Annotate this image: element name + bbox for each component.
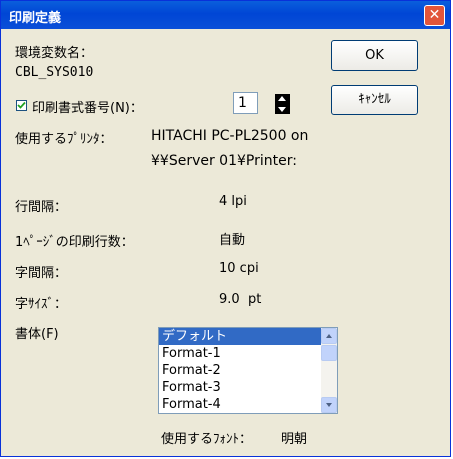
char-size-value: 9.0 pt: [219, 292, 262, 307]
list-item[interactable]: デフォルト: [159, 328, 337, 345]
scroll-down-icon[interactable]: [321, 397, 337, 413]
env-variable-label: 環境変数名：: [15, 46, 94, 61]
list-item[interactable]: Format-1: [159, 345, 337, 362]
list-item[interactable]: Format-2: [159, 362, 337, 379]
print-format-checkbox[interactable]: [16, 100, 27, 111]
print-format-spinner[interactable]: [275, 94, 290, 114]
checkmark-icon: [17, 101, 26, 109]
char-spacing-label: 字間隔：: [15, 266, 68, 281]
font-used-value: 明朝: [281, 432, 308, 447]
scroll-thumb[interactable]: [321, 345, 337, 361]
lines-per-page-value: 自動: [219, 233, 246, 248]
list-item[interactable]: Format-3: [159, 379, 337, 396]
env-variable-value: CBL_SYS010: [15, 65, 94, 80]
typeface-label: 書体(F): [15, 327, 59, 342]
char-spacing-value: 10 cpi: [219, 261, 259, 276]
window-title: 印刷定義: [9, 11, 62, 26]
line-spacing-value: 4 lpi: [219, 194, 247, 209]
printer-label: 使用するﾌﾟﾘﾝﾀ：: [15, 132, 113, 147]
printer-path: ¥¥Server 01¥Printer:: [151, 153, 297, 169]
print-format-number-input[interactable]: 1: [233, 92, 258, 114]
print-format-label: 印刷書式番号(N)：: [32, 101, 143, 116]
ok-button[interactable]: OK: [331, 40, 418, 71]
spin-down-icon[interactable]: [275, 104, 290, 114]
list-item[interactable]: Format-4: [159, 396, 337, 413]
font-used-label: 使用するﾌｫﾝﾄ：: [161, 432, 253, 447]
printer-name: HITACHI PC-PL2500 on: [151, 128, 309, 144]
char-size-label: 字ｻｲｽﾞ：: [15, 297, 68, 312]
typeface-listbox[interactable]: デフォルト Format-1 Format-2 Format-3 Format-…: [158, 327, 338, 414]
lines-per-page-label: 1ﾍﾟｰｼﾞの印刷行数：: [15, 235, 134, 250]
scroll-up-icon[interactable]: [321, 328, 337, 344]
listbox-scrollbar[interactable]: [321, 328, 337, 413]
close-button[interactable]: ✕: [424, 5, 445, 26]
line-spacing-label: 行間隔：: [15, 200, 68, 215]
cancel-button[interactable]: ｷｬﾝｾﾙ: [331, 85, 418, 115]
title-bar[interactable]: 印刷定義 ✕: [1, 1, 450, 29]
spin-up-icon[interactable]: [275, 94, 290, 104]
print-definition-dialog: 印刷定義 ✕ 環境変数名： CBL_SYS010 OK ｷｬﾝｾﾙ 印刷書式番号…: [0, 0, 451, 457]
